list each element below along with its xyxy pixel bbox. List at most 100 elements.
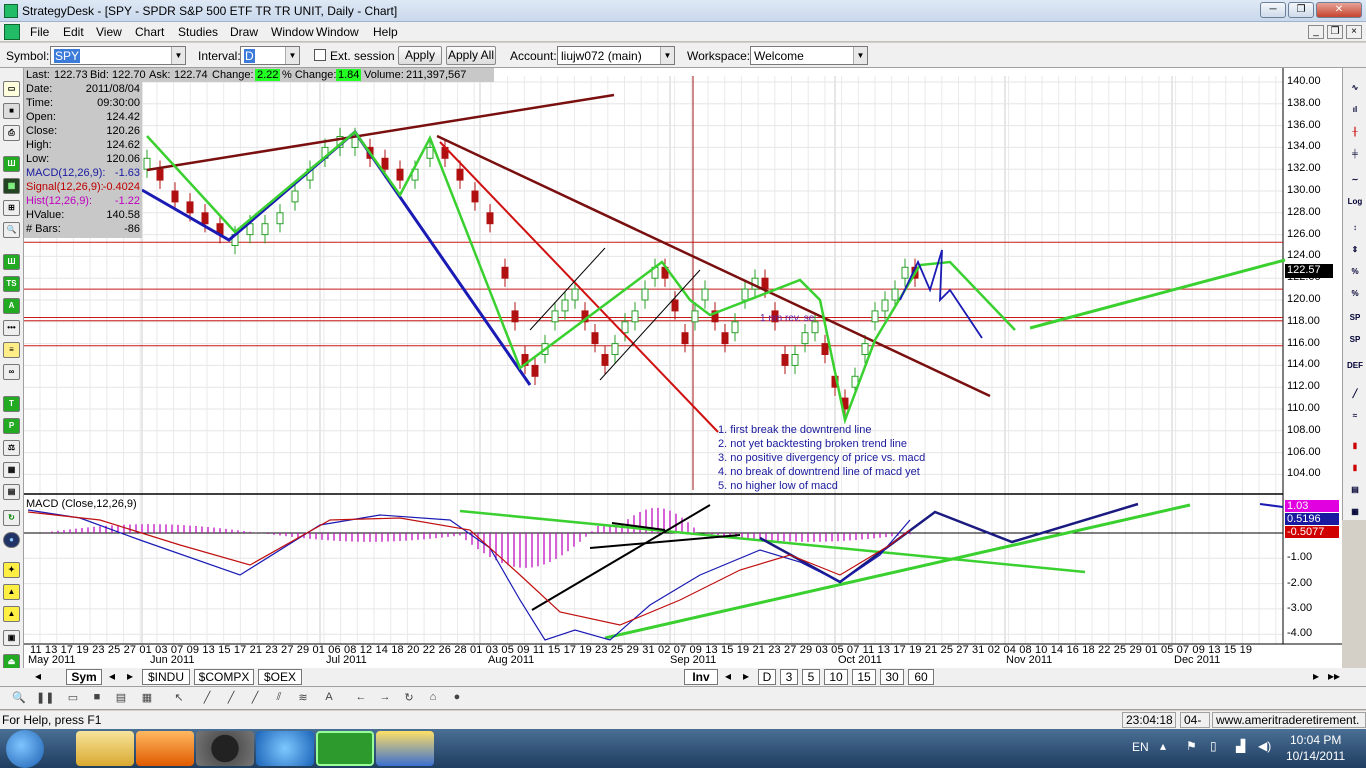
buy-icon[interactable]: ▮ bbox=[1345, 460, 1365, 476]
watch-icon[interactable]: ▲ bbox=[3, 606, 20, 622]
security-shield-icon[interactable] bbox=[376, 731, 434, 766]
tab-compx[interactable]: $COMPX bbox=[194, 669, 254, 685]
prev-interval-button[interactable]: ◂ bbox=[722, 669, 734, 685]
link-icon[interactable]: ∞ bbox=[3, 364, 20, 380]
chevron-down-icon[interactable]: ▼ bbox=[660, 47, 674, 64]
interval-combo[interactable]: D ▼ bbox=[240, 46, 300, 65]
draw-line-icon[interactable]: ╱ bbox=[1345, 386, 1365, 402]
arrow-left-icon[interactable]: ← bbox=[352, 691, 370, 707]
minimize-button[interactable]: ─ bbox=[1260, 2, 1286, 18]
menu-chart[interactable]: Chart bbox=[135, 25, 164, 39]
tab-indu[interactable]: $INDU bbox=[142, 669, 190, 685]
network-icon[interactable]: ▟ bbox=[1236, 739, 1245, 753]
table-icon[interactable]: ▤ bbox=[1345, 482, 1365, 498]
study-icon[interactable]: Ш bbox=[3, 156, 20, 172]
home-icon[interactable]: ⌂ bbox=[424, 691, 442, 707]
scroll-right-button[interactable]: ▸ bbox=[1310, 669, 1322, 685]
menu-draw[interactable]: Draw bbox=[230, 25, 258, 39]
internet-explorer-icon[interactable] bbox=[256, 731, 314, 766]
open-icon[interactable]: ▭ bbox=[64, 691, 82, 707]
grid-icon[interactable]: ⊞ bbox=[3, 200, 20, 216]
tray-flag-icon[interactable]: ⚑ bbox=[1186, 739, 1197, 753]
chart-icon[interactable]: ▦ bbox=[3, 178, 20, 194]
clock-date[interactable]: 10/14/2011 bbox=[1286, 749, 1345, 763]
media-player-icon[interactable] bbox=[136, 731, 194, 766]
workspace-combo[interactable]: Welcome ▼ bbox=[750, 46, 868, 65]
channel-tool-icon[interactable]: ⫽ bbox=[270, 691, 288, 707]
mdi-close-button[interactable]: × bbox=[1346, 25, 1362, 39]
tab-oex[interactable]: $OEX bbox=[258, 669, 302, 685]
chevron-down-icon[interactable]: ▼ bbox=[853, 47, 867, 64]
bar-chart-icon[interactable]: ıl bbox=[1345, 102, 1365, 118]
save-icon[interactable]: ■ bbox=[88, 691, 106, 707]
tab-5[interactable]: 5 bbox=[802, 669, 820, 685]
explorer-icon[interactable] bbox=[76, 731, 134, 766]
split2-icon[interactable]: SP bbox=[1345, 332, 1365, 348]
default-button[interactable]: DEF bbox=[1345, 358, 1365, 374]
briefcase-icon[interactable]: ▣ bbox=[3, 630, 20, 646]
quotes-icon[interactable]: Ш bbox=[3, 254, 20, 270]
dot-icon[interactable]: ● bbox=[448, 691, 466, 707]
menu-window[interactable]: Window bbox=[316, 25, 359, 39]
globe-icon[interactable]: ● bbox=[3, 532, 20, 548]
ray-tool-icon[interactable]: ╱ bbox=[222, 691, 240, 707]
symbol-combo[interactable]: SPY ▼ bbox=[50, 46, 186, 65]
scroll-end-button[interactable]: ▸▸ bbox=[1326, 669, 1342, 685]
volume-icon[interactable]: ◀) bbox=[1258, 739, 1271, 753]
mdi-restore-button[interactable]: ❐ bbox=[1327, 25, 1343, 39]
scale-up-icon[interactable]: ↕ bbox=[1345, 220, 1365, 236]
tab-10[interactable]: 10 bbox=[824, 669, 848, 685]
zoom-out-icon[interactable]: % bbox=[1345, 286, 1365, 302]
next-interval-button[interactable]: ▸ bbox=[740, 669, 752, 685]
zoom-in-icon[interactable]: % bbox=[1345, 264, 1365, 280]
pointer-icon[interactable]: ↖ bbox=[170, 691, 188, 707]
tab-30[interactable]: 30 bbox=[880, 669, 904, 685]
refresh-icon[interactable]: ↻ bbox=[3, 510, 20, 526]
balance-icon[interactable]: ⚖ bbox=[3, 440, 20, 456]
hp-icon[interactable] bbox=[196, 731, 254, 766]
pause-icon[interactable]: ❚❚ bbox=[36, 691, 54, 707]
measure-icon[interactable]: ≈ bbox=[1345, 408, 1365, 424]
next-tab-button[interactable]: ▸ bbox=[124, 669, 136, 685]
calendar-icon[interactable]: ▤ bbox=[3, 484, 20, 500]
properties-icon[interactable]: ▦ bbox=[138, 691, 156, 707]
apply-button[interactable]: Apply bbox=[398, 46, 442, 65]
log-scale-button[interactable]: Log bbox=[1345, 194, 1365, 210]
apply-all-button[interactable]: Apply All bbox=[446, 46, 496, 65]
menu-trade[interactable]: Window bbox=[271, 25, 314, 39]
account-combo[interactable]: liujw072 (main) ▼ bbox=[557, 46, 675, 65]
position-icon[interactable]: P bbox=[3, 418, 20, 434]
warning-icon[interactable]: ▲ bbox=[3, 584, 20, 600]
start-button-icon[interactable] bbox=[6, 730, 44, 768]
alert-icon[interactable]: A bbox=[3, 298, 20, 314]
tab-sym[interactable]: Sym bbox=[66, 669, 102, 685]
chevron-down-icon[interactable]: ▼ bbox=[171, 47, 185, 64]
td-ameritrade-icon[interactable] bbox=[316, 731, 374, 766]
tray-arrow-icon[interactable]: ▴ bbox=[1160, 739, 1166, 753]
line-tool-icon[interactable]: ╱ bbox=[198, 691, 216, 707]
chevron-down-icon[interactable]: ▼ bbox=[285, 47, 299, 64]
dots-icon[interactable]: ••• bbox=[3, 320, 20, 336]
mdi-minimize-button[interactable]: _ bbox=[1308, 25, 1324, 39]
ext-session-checkbox[interactable] bbox=[314, 49, 326, 61]
ohlc-chart-icon[interactable]: ╪ bbox=[1345, 146, 1365, 162]
scale-down-icon[interactable]: ⇕ bbox=[1345, 242, 1365, 258]
close-button[interactable]: ✕ bbox=[1316, 2, 1362, 18]
tray-device-icon[interactable]: ▯ bbox=[1210, 739, 1217, 753]
open-folder-icon[interactable]: ▭ bbox=[3, 81, 20, 97]
template-icon[interactable]: ▤ bbox=[112, 691, 130, 707]
language-indicator[interactable]: EN bbox=[1132, 740, 1149, 754]
menu-help[interactable]: Help bbox=[373, 25, 398, 39]
time-sales-icon[interactable]: TS bbox=[3, 276, 20, 292]
save-icon[interactable]: ■ bbox=[3, 103, 20, 119]
tab-3[interactable]: 3 bbox=[780, 669, 798, 685]
arrow-right-icon[interactable]: → bbox=[376, 691, 394, 707]
zoom-icon[interactable]: 🔍 bbox=[10, 691, 28, 707]
tab-d[interactable]: D bbox=[758, 669, 776, 685]
calculator-icon[interactable]: ▦ bbox=[3, 462, 20, 478]
split-icon[interactable]: SP bbox=[1345, 310, 1365, 326]
trade-icon[interactable]: T bbox=[3, 396, 20, 412]
prev-tab-button[interactable]: ◂ bbox=[106, 669, 118, 685]
candle-chart-icon[interactable]: ╫ bbox=[1345, 124, 1365, 140]
menu-view[interactable]: View bbox=[96, 25, 122, 39]
